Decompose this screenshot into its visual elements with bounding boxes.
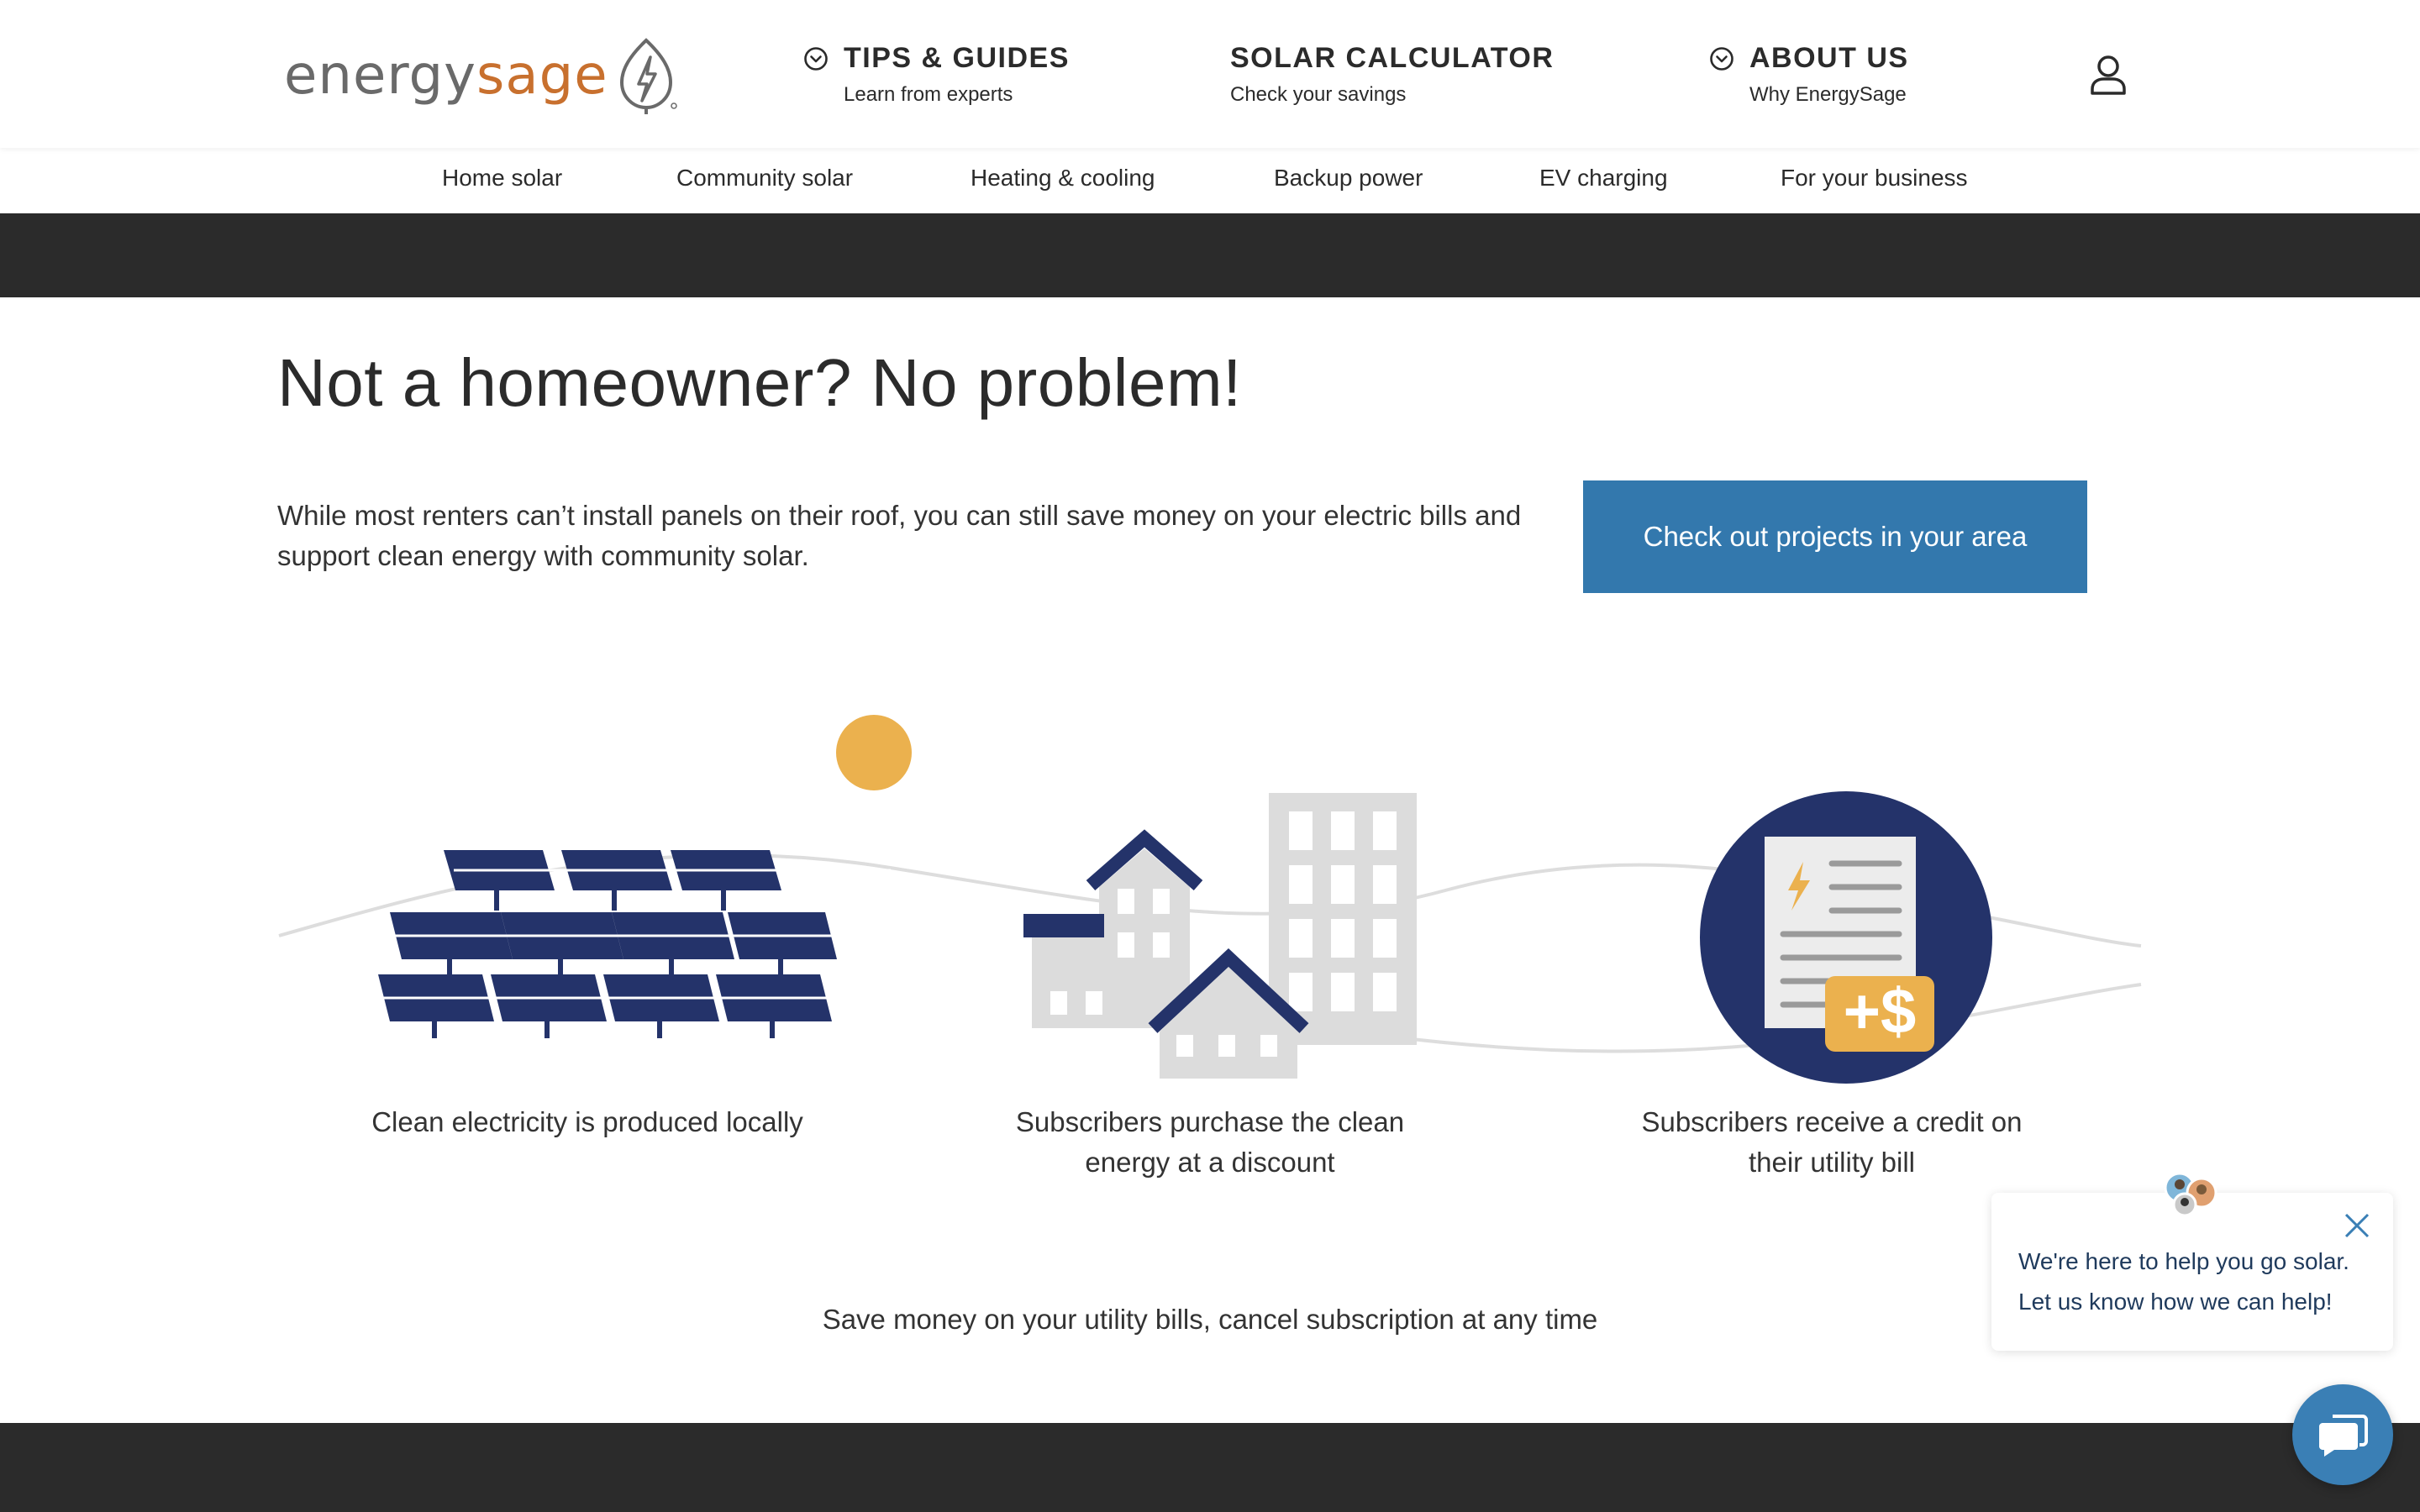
leaf-bolt-icon: [619, 38, 677, 114]
logo-wordmark: energysage: [284, 49, 608, 102]
step-caption-credit: Subscribers receive a credit on their ut…: [1641, 1106, 2023, 1178]
intro-text: While most renters can’t install panels …: [277, 500, 1522, 571]
footer-band: [0, 1423, 2420, 1512]
sun-icon: [836, 715, 912, 790]
agent-avatars-icon: [2164, 1172, 2217, 1216]
step-caption-produced: Clean electricity is produced locally: [371, 1106, 803, 1137]
nav-solar-calculator[interactable]: SOLAR CALCULATOR Check your savings: [1230, 42, 1554, 107]
solar-panels-icon: [378, 850, 837, 1038]
nav-tips-subtitle: Learn from experts: [844, 83, 1013, 106]
energysage-logo[interactable]: energysage: [284, 37, 679, 114]
close-icon[interactable]: [2343, 1211, 2371, 1240]
chevron-down-icon: [804, 46, 828, 71]
bill-credit-badge-text: +$: [1844, 976, 1917, 1047]
chat-message-line2: Let us know how we can help!: [2018, 1289, 2333, 1315]
nav-tips-guides[interactable]: TIPS & GUIDES Learn from experts: [803, 42, 1070, 107]
nav-tips-title: TIPS & GUIDES: [844, 42, 1070, 74]
subnav-ev-charging[interactable]: EV charging: [1539, 165, 1668, 192]
check-projects-button[interactable]: Check out projects in your area: [1583, 480, 2087, 593]
nav-about-title-row: ABOUT US: [1709, 42, 1909, 75]
nav-tips-title-row: TIPS & GUIDES: [803, 42, 1070, 75]
nav-calc-subtitle: Check your savings: [1230, 83, 1407, 106]
step-caption-purchase: Subscribers purchase the clean energy at…: [1015, 1106, 1405, 1178]
nav-calc-title: SOLAR CALCULATOR: [1230, 42, 1555, 74]
top-header: energysage TIPS & GUIDES Learn from expe…: [0, 0, 2420, 191]
logo-energy-text: energy: [284, 45, 476, 107]
sub-navigation: Home solar Community solar Heating & coo…: [0, 165, 2420, 202]
user-icon[interactable]: [2089, 54, 2128, 96]
community-solar-illustration: +$: [278, 715, 2142, 1084]
chat-bubble-icon: [2319, 1415, 2368, 1457]
subnav-community-solar[interactable]: Community solar: [676, 165, 853, 192]
nav-about-title: ABOUT US: [1749, 42, 1909, 74]
subnav-for-your-business[interactable]: For your business: [1781, 165, 1968, 192]
dark-banner: [0, 213, 2420, 297]
chat-message-line1: We're here to help you go solar.: [2018, 1248, 2349, 1274]
chat-launcher-button[interactable]: [2292, 1384, 2393, 1485]
nav-about-subtitle: Why EnergySage: [1749, 83, 1907, 106]
chevron-down-icon: [1710, 46, 1733, 71]
buildings-icon: [1023, 793, 1417, 1079]
subnav-home-solar[interactable]: Home solar: [442, 165, 562, 192]
subnav-backup-power[interactable]: Backup power: [1274, 165, 1423, 192]
subnav-heating-cooling[interactable]: Heating & cooling: [971, 165, 1155, 192]
chat-popup[interactable]: We're here to help you go solar. Let us …: [1991, 1193, 2393, 1351]
page-title: Not a homeowner? No problem!: [277, 345, 1242, 420]
logo-sage-text: sage: [476, 45, 608, 107]
nav-about-us[interactable]: ABOUT US Why EnergySage: [1709, 42, 1909, 107]
